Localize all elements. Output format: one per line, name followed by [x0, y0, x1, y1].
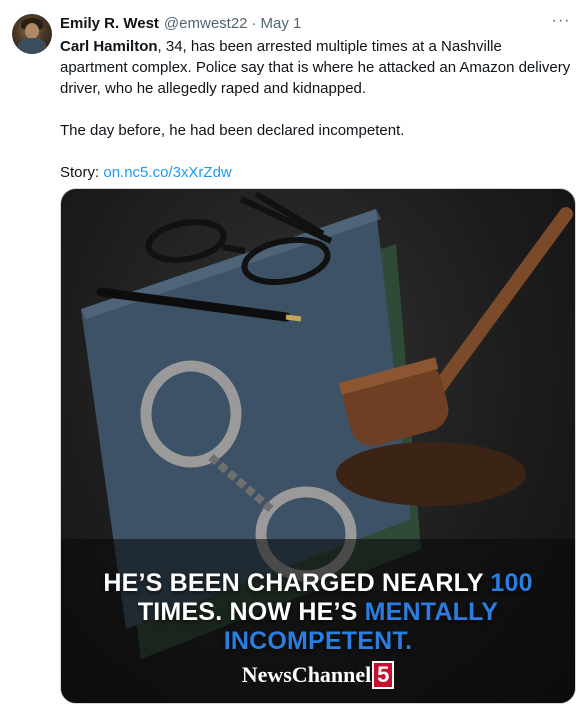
story-label: Story: — [60, 164, 104, 181]
logo-badge: 5 — [372, 661, 395, 689]
tweet-image[interactable]: HE’S BEEN CHARGED NEARLY 100 TIMES. NOW … — [60, 188, 576, 704]
story-link[interactable]: on.nc5.co/3xXrZdw — [103, 164, 231, 181]
caption-highlight: 100 — [490, 569, 533, 597]
more-options-icon[interactable]: ··· — [550, 10, 572, 32]
caption-highlight: INCOMPETENT. — [223, 627, 413, 655]
avatar[interactable] — [12, 14, 52, 54]
caption-line-2: TIMES. NOW HE’S MENTALLY — [61, 598, 575, 627]
tweet-paragraph-3: Story: on.nc5.co/3xXrZdw — [60, 162, 572, 183]
caption-text: HE’S BEEN CHARGED NEARLY — [103, 569, 491, 597]
avatar-face — [25, 23, 39, 39]
tweet-paragraph-2: The day before, he had been declared inc… — [60, 122, 405, 139]
logo-text: NewsChannel — [241, 662, 372, 687]
newschannel5-logo: NewsChannel 5 — [61, 661, 575, 689]
tweet[interactable]: Emily R. West @emwest22 · May 1 ··· Carl… — [0, 0, 586, 710]
image-caption: HE’S BEEN CHARGED NEARLY 100 TIMES. NOW … — [61, 569, 575, 656]
caption-line-3: INCOMPETENT. — [61, 627, 575, 656]
avatar-body — [18, 38, 46, 54]
caption-text: TIMES. NOW HE’S — [137, 598, 365, 626]
gavel-block — [336, 442, 526, 506]
tweet-date[interactable]: May 1 — [261, 15, 302, 32]
caption-highlight: MENTALLY — [364, 598, 499, 626]
header-separator: · — [251, 14, 257, 32]
mention-name: Carl Hamilton — [60, 38, 158, 55]
tweet-header: Emily R. West @emwest22 · May 1 — [60, 12, 301, 34]
tweet-paragraph-1: Carl Hamilton, 34, has been arrested mul… — [60, 36, 572, 99]
tweet-text: Carl Hamilton, 34, has been arrested mul… — [60, 36, 572, 183]
author-name[interactable]: Emily R. West — [60, 15, 159, 32]
author-handle[interactable]: @emwest22 — [164, 15, 248, 32]
caption-line-1: HE’S BEEN CHARGED NEARLY 100 — [61, 569, 575, 598]
